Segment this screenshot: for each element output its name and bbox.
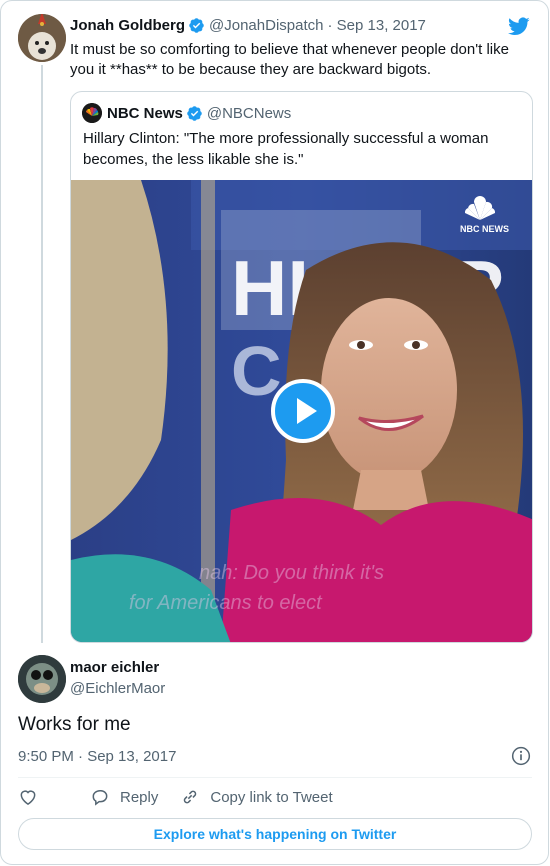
maor-avatar[interactable] [18,655,66,703]
jonah-avatar[interactable] [18,14,66,62]
nbc-logo-text: NBC NEWS [460,224,509,234]
parent-handle[interactable]: @JonahDispatch [209,17,323,34]
copy-link-button[interactable]: Copy link to Tweet [180,787,333,807]
info-icon[interactable] [511,746,531,766]
video-caption-line1: nah: Do you think it's [199,562,385,584]
embedded-tweet-card: Jonah Goldberg @JonahDispatch · Sep 13, … [0,0,549,865]
quoted-tweet-header: NBC News @NBCNews [82,103,291,123]
quoted-handle[interactable]: @NBCNews [207,105,291,122]
video-thumbnail[interactable]: HI AR C O [71,180,532,642]
quoted-author-name[interactable]: NBC News [107,105,183,122]
reply-button[interactable]: Reply [90,787,158,807]
verified-badge-icon [189,18,204,33]
play-icon[interactable] [271,379,335,443]
divider [18,777,532,778]
link-icon [184,790,197,804]
twitter-bird-icon[interactable] [507,15,531,37]
heart-icon [20,790,36,805]
parent-author-name[interactable]: Jonah Goldberg [70,17,185,34]
main-tweet-text: Works for me [18,714,131,735]
parent-date[interactable]: · Sep 13, 2017 [327,17,425,34]
explore-button[interactable]: Explore what's happening on Twitter [18,818,532,850]
parent-tweet-text: It must be so comforting to believe that… [70,41,509,78]
action-bar: Reply Copy link to Tweet [18,787,355,807]
main-author-name[interactable]: maor eichler [70,659,159,676]
reply-icon [92,790,108,806]
reply-label: Reply [120,788,159,806]
main-timestamp[interactable]: 9:50 PM · Sep 13, 2017 [18,748,176,765]
verified-badge-icon [187,105,202,121]
quoted-tweet[interactable]: NBC News @NBCNews Hillary Clinton: "The … [70,91,533,643]
video-caption-line2: for Americans to elect [129,592,322,614]
nbc-peacock-icon [82,103,102,123]
like-button[interactable] [18,787,48,807]
copy-link-label: Copy link to Tweet [210,788,333,806]
main-handle[interactable]: @EichlerMaor [70,680,165,697]
parent-tweet-header: Jonah Goldberg @JonahDispatch · Sep 13, … [70,17,426,34]
thread-line [41,65,43,643]
quoted-tweet-text: Hillary Clinton: "The more professionall… [83,130,489,168]
